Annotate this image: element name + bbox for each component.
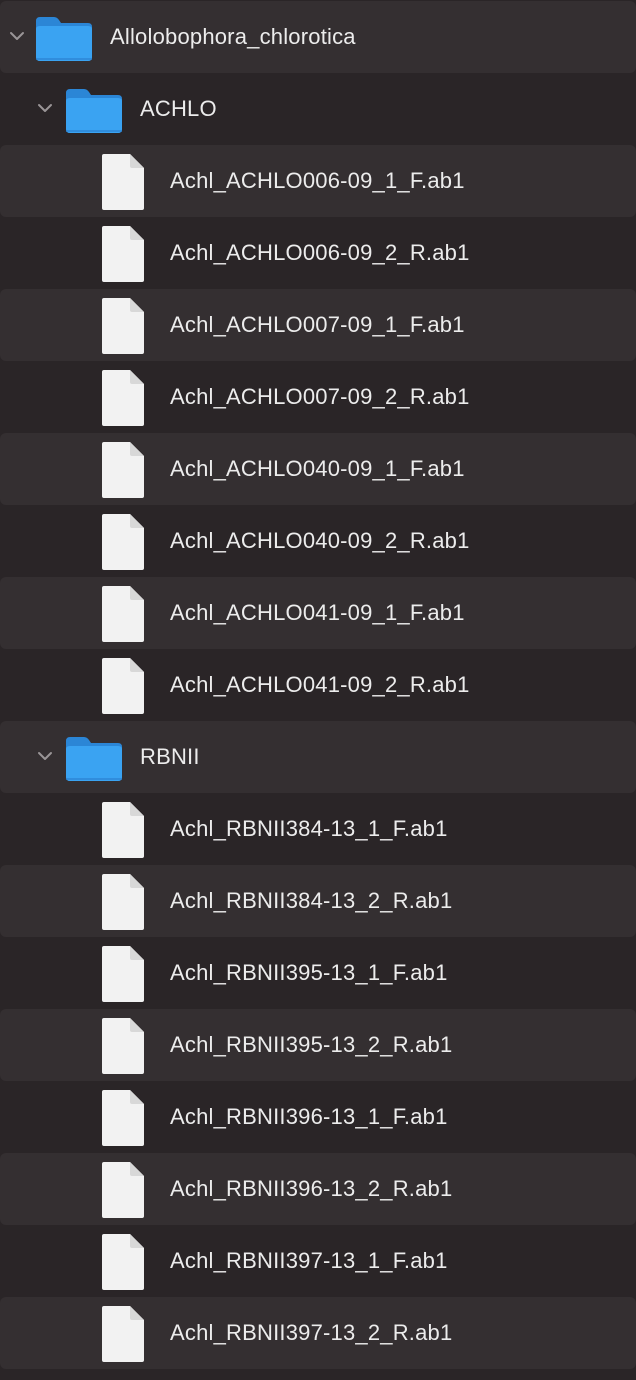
file-row[interactable]: Achl_ACHLO007-09_1_F.ab1	[0, 289, 636, 361]
file-name: Achl_ACHLO007-09_1_F.ab1	[170, 312, 465, 337]
file-name: Achl_ACHLO007-09_2_R.ab1	[170, 384, 470, 409]
file-row[interactable]: Achl_ACHLO040-09_2_R.ab1	[0, 505, 636, 577]
folder-name: ACHLO	[140, 96, 217, 121]
file-name: Achl_RBNII396-13_1_F.ab1	[170, 1104, 448, 1129]
folder-icon	[64, 733, 124, 783]
file-name: Achl_ACHLO040-09_2_R.ab1	[170, 528, 470, 553]
file-icon	[100, 441, 146, 499]
file-row[interactable]: Achl_RBNII396-13_1_F.ab1	[0, 1081, 636, 1153]
file-icon	[100, 513, 146, 571]
file-row[interactable]: Achl_RBNII397-13_2_R.ab1	[0, 1297, 636, 1369]
file-icon	[100, 873, 146, 931]
chevron-down-icon[interactable]	[36, 747, 54, 765]
file-row[interactable]: Achl_ACHLO041-09_1_F.ab1	[0, 577, 636, 649]
file-icon	[100, 297, 146, 355]
file-name: Achl_RBNII384-13_1_F.ab1	[170, 816, 448, 841]
file-icon	[100, 1305, 146, 1363]
file-row[interactable]: Achl_ACHLO006-09_2_R.ab1	[0, 217, 636, 289]
file-name: Achl_ACHLO041-09_2_R.ab1	[170, 672, 470, 697]
file-icon	[100, 1017, 146, 1075]
file-row[interactable]: Achl_ACHLO041-09_2_R.ab1	[0, 649, 636, 721]
folder-row[interactable]: RBNII	[0, 721, 636, 793]
file-icon	[100, 1089, 146, 1147]
folder-name: RBNII	[140, 744, 200, 769]
file-name: Achl_ACHLO006-09_1_F.ab1	[170, 168, 465, 193]
file-icon	[100, 1161, 146, 1219]
file-name: Achl_RBNII396-13_2_R.ab1	[170, 1176, 453, 1201]
file-icon	[100, 585, 146, 643]
file-row[interactable]: Achl_RBNII397-13_1_F.ab1	[0, 1225, 636, 1297]
file-row[interactable]: Achl_RBNII384-13_2_R.ab1	[0, 865, 636, 937]
file-icon	[100, 369, 146, 427]
folder-icon	[34, 13, 94, 63]
file-row[interactable]: Achl_ACHLO007-09_2_R.ab1	[0, 361, 636, 433]
file-icon	[100, 945, 146, 1003]
folder-icon	[64, 85, 124, 135]
file-icon	[100, 1233, 146, 1291]
folder-name: Allolobophora_chlorotica	[110, 24, 356, 49]
file-name: Achl_ACHLO040-09_1_F.ab1	[170, 456, 465, 481]
file-icon	[100, 657, 146, 715]
file-icon	[100, 801, 146, 859]
file-tree: Allolobophora_chlorotica ACHLO Achl_ACHLO0…	[0, 0, 636, 1380]
folder-row[interactable]: Allolobophora_chlorotica	[0, 1, 636, 73]
file-name: Achl_ACHLO041-09_1_F.ab1	[170, 600, 465, 625]
folder-row[interactable]: ACHLO	[0, 73, 636, 145]
file-row[interactable]: Achl_ACHLO040-09_1_F.ab1	[0, 433, 636, 505]
chevron-down-icon[interactable]	[36, 99, 54, 117]
file-name: Achl_RBNII395-13_2_R.ab1	[170, 1032, 453, 1057]
file-name: Achl_RBNII384-13_2_R.ab1	[170, 888, 453, 913]
file-icon	[100, 225, 146, 283]
chevron-down-icon[interactable]	[8, 27, 26, 45]
file-row[interactable]: Achl_RBNII395-13_1_F.ab1	[0, 937, 636, 1009]
file-icon	[100, 153, 146, 211]
file-name: Achl_RBNII397-13_2_R.ab1	[170, 1320, 453, 1345]
file-row[interactable]: Achl_RBNII384-13_1_F.ab1	[0, 793, 636, 865]
file-row[interactable]: Achl_ACHLO006-09_1_F.ab1	[0, 145, 636, 217]
file-name: Achl_ACHLO006-09_2_R.ab1	[170, 240, 470, 265]
file-row[interactable]: Achl_RBNII396-13_2_R.ab1	[0, 1153, 636, 1225]
file-name: Achl_RBNII397-13_1_F.ab1	[170, 1248, 448, 1273]
file-name: Achl_RBNII395-13_1_F.ab1	[170, 960, 448, 985]
file-row[interactable]: Achl_RBNII395-13_2_R.ab1	[0, 1009, 636, 1081]
